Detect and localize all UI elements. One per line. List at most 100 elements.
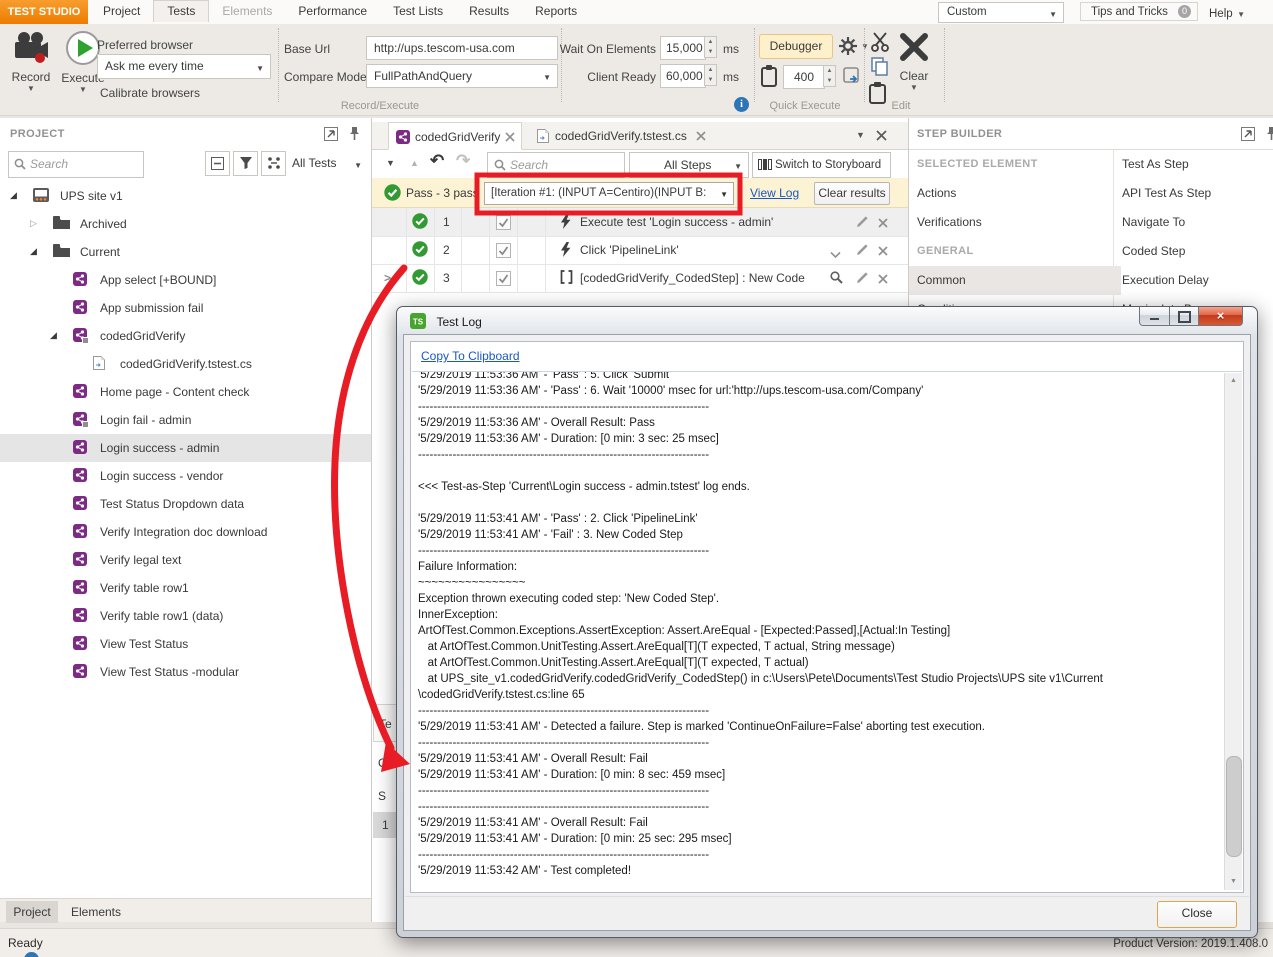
tree-item-codedgridverify-tstest-cs[interactable]: codedGridVerify.tstest.cs — [0, 350, 371, 378]
delete-step-icon[interactable] — [878, 274, 888, 284]
tree-item-test-status-dropdown-data[interactable]: Test Status Dropdown data — [0, 490, 371, 518]
tree-item-view-test-status-modular[interactable]: View Test Status -modular — [0, 658, 371, 686]
tree-item-app-submission-fail[interactable]: App submission fail — [0, 294, 371, 322]
sb-item-navigate-to[interactable]: Navigate To — [1114, 208, 1273, 237]
move-step-up-icon[interactable]: ▲ — [410, 158, 419, 168]
step-action-edit[interactable] — [856, 271, 869, 289]
menu-tab-project[interactable]: Project — [90, 0, 153, 22]
tree-item-home-page-content-check[interactable]: Home page - Content check — [0, 378, 371, 406]
client-stepper[interactable]: ▲▼ — [704, 64, 717, 86]
preferred-browser-select[interactable]: Ask me every time ▼ — [97, 54, 271, 79]
menu-tab-reports[interactable]: Reports — [522, 0, 590, 22]
collapse-icon[interactable]: ◢ — [50, 330, 57, 341]
step-action-edit[interactable] — [856, 215, 869, 233]
step-row-2[interactable]: 2Click 'PipelineLink' — [372, 236, 908, 265]
edit-step-icon[interactable] — [856, 271, 869, 284]
step-enabled-checkbox[interactable] — [496, 271, 511, 286]
run-to-here-icon[interactable] — [843, 67, 862, 85]
view-log-link[interactable]: View Log — [750, 186, 799, 200]
close-tab-icon[interactable] — [696, 131, 706, 141]
step-action-search[interactable] — [830, 271, 843, 289]
switch-to-storyboard-button[interactable]: Switch to Storyboard — [752, 152, 891, 178]
float-panel-icon[interactable] — [1241, 127, 1255, 141]
step-expander-icon[interactable]: > — [384, 271, 391, 285]
float-panel-icon[interactable] — [324, 127, 338, 141]
step-row-3[interactable]: >3[codedGridVerify_CodedStep] : New Code — [372, 264, 908, 293]
step-action-delete[interactable] — [878, 271, 888, 289]
expand-icon[interactable]: ▷ — [30, 218, 37, 229]
edit-step-icon[interactable] — [856, 215, 869, 228]
delete-step-icon[interactable] — [878, 246, 888, 256]
sb-item-api-test-as-step[interactable]: API Test As Step — [1114, 179, 1273, 208]
log-scroll-area[interactable]: '5/29/2019 11:53:36 AM' - 'Pass' : 5. Cl… — [412, 371, 1242, 891]
app-menu-button[interactable]: TEST STUDIO — [0, 0, 88, 24]
wait-stepper[interactable]: ▲▼ — [704, 36, 717, 58]
sb-category-common[interactable]: Common — [909, 266, 1121, 295]
tree-item-view-test-status[interactable]: View Test Status — [0, 630, 371, 658]
steps-filter-dropdown[interactable]: All Steps ▼ — [629, 152, 749, 178]
menu-tab-tests[interactable]: Tests — [153, 0, 209, 22]
pin-icon[interactable] — [1266, 126, 1273, 142]
step-action-chevron[interactable] — [830, 246, 841, 264]
collapse-icon[interactable]: ◢ — [30, 246, 37, 257]
step-action-delete[interactable] — [878, 215, 888, 233]
quick-count-stepper[interactable]: ▲▼ — [823, 65, 836, 87]
sb-category-verifications[interactable]: Verifications — [909, 208, 1121, 237]
help-menu[interactable]: Help ▼ — [1209, 4, 1245, 22]
client-ready-input[interactable]: 60,000 — [660, 64, 706, 88]
menu-tab-results[interactable]: Results — [456, 0, 522, 22]
collapse-all-button[interactable] — [205, 151, 230, 176]
tree-item-verify-integration-doc-download[interactable]: Verify Integration doc download — [0, 518, 371, 546]
view-code-icon[interactable] — [830, 271, 843, 284]
close-window-button[interactable]: × — [1198, 307, 1243, 326]
edit-step-icon[interactable] — [856, 243, 869, 256]
filter-button[interactable] — [233, 151, 258, 176]
menu-tab-test-lists[interactable]: Test Lists — [380, 0, 456, 22]
move-step-down-icon[interactable]: ▼ — [386, 158, 395, 168]
close-button[interactable]: Close — [1157, 901, 1237, 928]
tab-codedgridverify[interactable]: codedGridVerify — [388, 122, 522, 150]
steps-search-input[interactable]: Search — [487, 152, 625, 178]
tests-filter-dropdown[interactable]: All Tests ▼ — [288, 151, 368, 176]
collapse-icon[interactable]: ◢ — [10, 190, 17, 201]
redo-icon[interactable]: ↷ — [456, 151, 470, 171]
tree-item-login-fail-admin[interactable]: Login fail - admin — [0, 406, 371, 434]
tab-elements[interactable]: Elements — [64, 901, 128, 923]
record-button[interactable]: Record ▼ — [10, 30, 52, 93]
tips-and-tricks-button[interactable]: Tips and Tricks 0 — [1080, 2, 1198, 21]
step-action-delete[interactable] — [878, 243, 888, 261]
profile-dropdown[interactable]: Custom ▼ — [938, 2, 1064, 23]
dialog-titlebar[interactable]: TS Test Log — [410, 313, 482, 331]
sb-item-test-as-step[interactable]: Test As Step — [1114, 150, 1273, 179]
tab-project[interactable]: Project — [6, 901, 58, 923]
tree-item-verify-legal-text[interactable]: Verify legal text — [0, 546, 371, 574]
tree-item-login-success-vendor[interactable]: Login success - vendor — [0, 462, 371, 490]
tree-item-verify-table-row1[interactable]: Verify table row1 — [0, 574, 371, 602]
project-search-input[interactable]: Search — [8, 151, 144, 178]
copy-to-clipboard-link[interactable]: Copy To Clipboard — [421, 349, 520, 363]
tab-codedgridverify-cs[interactable]: codedGridVerify.tstest.cs — [530, 122, 716, 150]
step-enabled-checkbox[interactable] — [496, 243, 511, 258]
clear-button[interactable]: Clear ▼ — [892, 30, 936, 92]
clear-results-button[interactable]: Clear results — [814, 182, 890, 205]
copy-icon[interactable] — [871, 57, 889, 77]
tree-item-codedgridverify[interactable]: ◢codedGridVerify — [0, 322, 371, 350]
delete-step-icon[interactable] — [878, 218, 888, 228]
info-icon[interactable]: i — [734, 97, 749, 112]
tab-overflow-icon[interactable]: ▼ — [856, 130, 865, 140]
undo-icon[interactable]: ↶ — [430, 151, 444, 171]
scrollbar-thumb[interactable] — [1226, 756, 1242, 857]
tree-item-verify-table-row1-data-[interactable]: Verify table row1 (data) — [0, 602, 371, 630]
tree-item-app-select-bound-[interactable]: App select [+BOUND] — [0, 266, 371, 294]
wait-on-elements-input[interactable]: 15,000 — [660, 36, 706, 60]
menu-tab-performance[interactable]: Performance — [285, 0, 380, 22]
base-url-input[interactable]: http://ups.tescom-usa.com — [366, 36, 558, 60]
close-pane-icon[interactable] — [876, 130, 887, 141]
cut-icon[interactable] — [871, 32, 889, 52]
scroll-down-icon[interactable]: ▼ — [1225, 874, 1242, 890]
chevron-down-icon[interactable] — [830, 251, 841, 259]
scroll-up-icon[interactable]: ▲ — [1225, 373, 1242, 389]
debugger-toggle[interactable]: Debugger — [759, 34, 833, 59]
tree-item-current[interactable]: ◢Current — [0, 238, 371, 266]
tree-item-login-success-admin[interactable]: Login success - admin — [0, 434, 371, 462]
